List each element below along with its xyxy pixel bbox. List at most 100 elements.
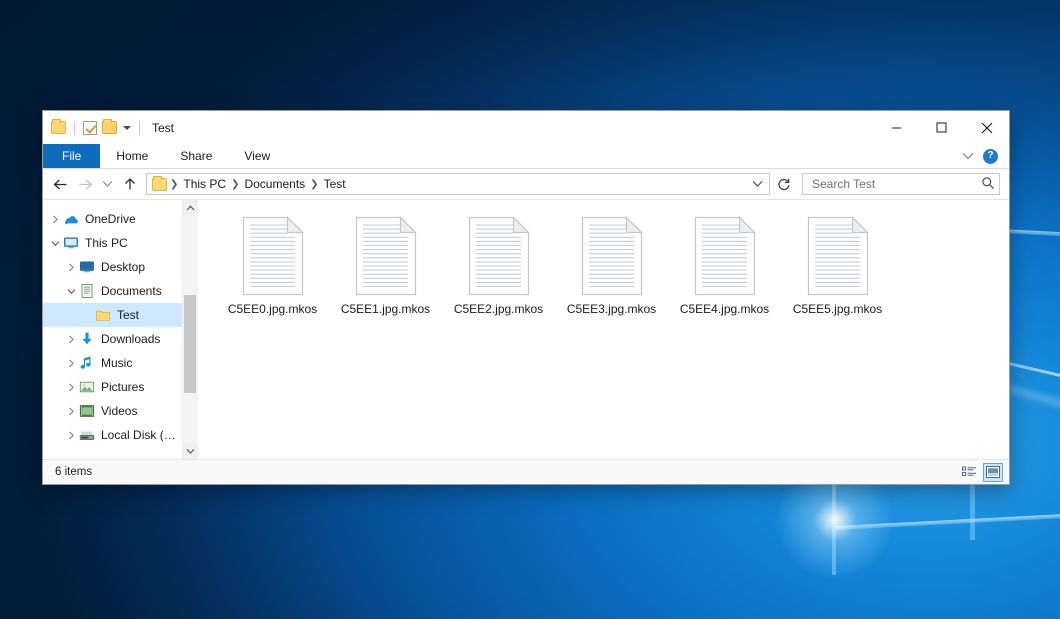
- sidebar-item-local-disk-c[interactable]: Local Disk (C:): [43, 423, 182, 447]
- folder-icon[interactable]: [51, 121, 66, 134]
- address-bar-row: ❯ This PC ❯ Documents ❯ Test: [43, 169, 1009, 199]
- sidebar-item-music[interactable]: Music: [43, 351, 182, 375]
- file-name-label: C5EE5.jpg.mkos: [793, 302, 882, 316]
- properties-icon[interactable]: [83, 121, 97, 135]
- ribbon-tab-bar: File Home Share View ?: [43, 144, 1009, 169]
- minimize-button[interactable]: [874, 111, 919, 144]
- chevron-right-icon[interactable]: [63, 383, 79, 392]
- file-list-area[interactable]: C5EE0.jpg.mkos C5EE1.jpg.mkosC5EE2.jpg.mk…: [198, 200, 1009, 459]
- maximize-button[interactable]: [919, 111, 964, 144]
- back-button[interactable]: [49, 173, 72, 195]
- search-input[interactable]: [810, 176, 981, 192]
- new-folder-icon[interactable]: [102, 121, 117, 134]
- file-name-label: C5EE0.jpg.mkos: [228, 302, 317, 316]
- videos-film-icon: [79, 403, 95, 419]
- view-buttons: [959, 463, 1003, 482]
- ribbon-right-controls: ?: [962, 144, 1009, 168]
- sidebar-item-documents[interactable]: Documents: [43, 279, 182, 303]
- details-view-button[interactable]: [959, 463, 979, 482]
- sidebar-item-label: Local Disk (C:): [101, 428, 178, 442]
- file-item[interactable]: C5EE5.jpg.mkos: [781, 212, 894, 322]
- search-icon[interactable]: [981, 176, 995, 193]
- file-item[interactable]: C5EE4.jpg.mkos: [668, 212, 781, 322]
- breadcrumb-folder-icon[interactable]: [152, 178, 167, 191]
- navigation-pane: OneDrive This PC Desktop Documents Test Downl…: [43, 200, 198, 459]
- breadcrumb-this-pc[interactable]: This PC: [179, 177, 230, 191]
- chevron-right-icon[interactable]: [63, 359, 79, 368]
- file-item[interactable]: C5EE3.jpg.mkos: [555, 212, 668, 322]
- previous-locations-icon[interactable]: [747, 174, 767, 194]
- up-button[interactable]: [118, 173, 141, 195]
- tab-home[interactable]: Home: [100, 144, 164, 168]
- file-item[interactable]: C5EE2.jpg.mkos: [442, 212, 555, 322]
- sidebar-item-label: Downloads: [101, 332, 160, 346]
- title-bar: Test: [43, 111, 1009, 144]
- recent-locations-button[interactable]: [99, 173, 116, 195]
- address-bar[interactable]: ❯ This PC ❯ Documents ❯ Test: [146, 173, 770, 195]
- file-item[interactable]: C5EE1.jpg.mkos: [329, 212, 442, 322]
- sidebar-item-label: Desktop: [101, 260, 145, 274]
- customize-caret-icon[interactable]: [123, 126, 131, 130]
- sidebar-item-label: Music: [101, 356, 132, 370]
- sidebar-item-test[interactable]: Test: [43, 303, 182, 327]
- breadcrumb-separator-icon: ❯: [230, 179, 240, 190]
- generic-document-icon: [355, 216, 417, 296]
- close-button[interactable]: [964, 111, 1009, 144]
- sidebar-item-label: Pictures: [101, 380, 144, 394]
- sidebar-item-pictures[interactable]: Pictures: [43, 375, 182, 399]
- chevron-right-icon[interactable]: [63, 431, 79, 440]
- scroll-up-icon[interactable]: [183, 200, 198, 216]
- pictures-icon: [79, 379, 95, 395]
- tab-share[interactable]: Share: [164, 144, 228, 168]
- tab-view[interactable]: View: [228, 144, 286, 168]
- chevron-down-icon[interactable]: [63, 288, 79, 295]
- generic-document-icon: [468, 216, 530, 296]
- address-bar-tools: [747, 174, 767, 194]
- sidebar-item-label: Videos: [101, 404, 137, 418]
- breadcrumb-test[interactable]: Test: [320, 177, 350, 191]
- sidebar-item-label: OneDrive: [85, 212, 136, 226]
- file-name-label: C5EE3.jpg.mkos: [567, 302, 656, 316]
- large-icons-view-button[interactable]: [983, 463, 1003, 482]
- forward-button[interactable]: [74, 173, 97, 195]
- file-item[interactable]: C5EE0.jpg.mkos: [216, 212, 329, 322]
- sidebar-item-videos[interactable]: Videos: [43, 399, 182, 423]
- desktop-icon: [79, 259, 95, 275]
- scrollbar-track[interactable]: [183, 216, 198, 443]
- file-grid: C5EE0.jpg.mkos C5EE1.jpg.mkosC5EE2.jpg.mk…: [216, 212, 999, 322]
- refresh-button[interactable]: [773, 173, 795, 195]
- breadcrumb-separator-icon: ❯: [169, 179, 179, 190]
- chevron-down-icon[interactable]: [962, 149, 974, 163]
- hard-drive-icon: [79, 427, 95, 443]
- sidebar-item-onedrive[interactable]: OneDrive: [43, 207, 182, 231]
- chevron-right-icon[interactable]: [47, 215, 63, 224]
- generic-document-icon: [807, 216, 869, 296]
- chevron-right-icon[interactable]: [63, 407, 79, 416]
- tab-file[interactable]: File: [43, 144, 100, 168]
- onedrive-cloud-icon: [63, 211, 79, 227]
- file-explorer-window: Test File Home Share View: [42, 110, 1010, 485]
- scrollbar-thumb[interactable]: [184, 295, 196, 393]
- window-controls: [874, 111, 1009, 144]
- downloads-arrow-icon: [79, 331, 95, 347]
- breadcrumb-documents[interactable]: Documents: [240, 177, 309, 191]
- documents-icon: [79, 283, 95, 299]
- chevron-down-icon[interactable]: [47, 240, 63, 247]
- scroll-down-icon[interactable]: [183, 443, 198, 459]
- sidebar-item-label: Documents: [101, 284, 162, 298]
- chevron-right-icon[interactable]: [63, 335, 79, 344]
- generic-document-icon: [581, 216, 643, 296]
- sidebar-item-desktop[interactable]: Desktop: [43, 255, 182, 279]
- sidebar-item-label: Test: [117, 308, 139, 322]
- breadcrumb: ❯ This PC ❯ Documents ❯ Test: [152, 177, 747, 191]
- search-box[interactable]: [802, 173, 1000, 195]
- file-name-label: C5EE4.jpg.mkos: [680, 302, 769, 316]
- help-icon[interactable]: ?: [983, 149, 998, 164]
- sidebar-item-downloads[interactable]: Downloads: [43, 327, 182, 351]
- this-pc-monitor-icon: [63, 235, 79, 251]
- chevron-right-icon[interactable]: [63, 263, 79, 272]
- sidebar-item-this-pc[interactable]: This PC: [43, 231, 182, 255]
- navigation-scrollbar[interactable]: [182, 200, 197, 459]
- toolbar-divider: [74, 121, 75, 135]
- navigation-tree: OneDrive This PC Desktop Documents Test Downl…: [43, 200, 182, 459]
